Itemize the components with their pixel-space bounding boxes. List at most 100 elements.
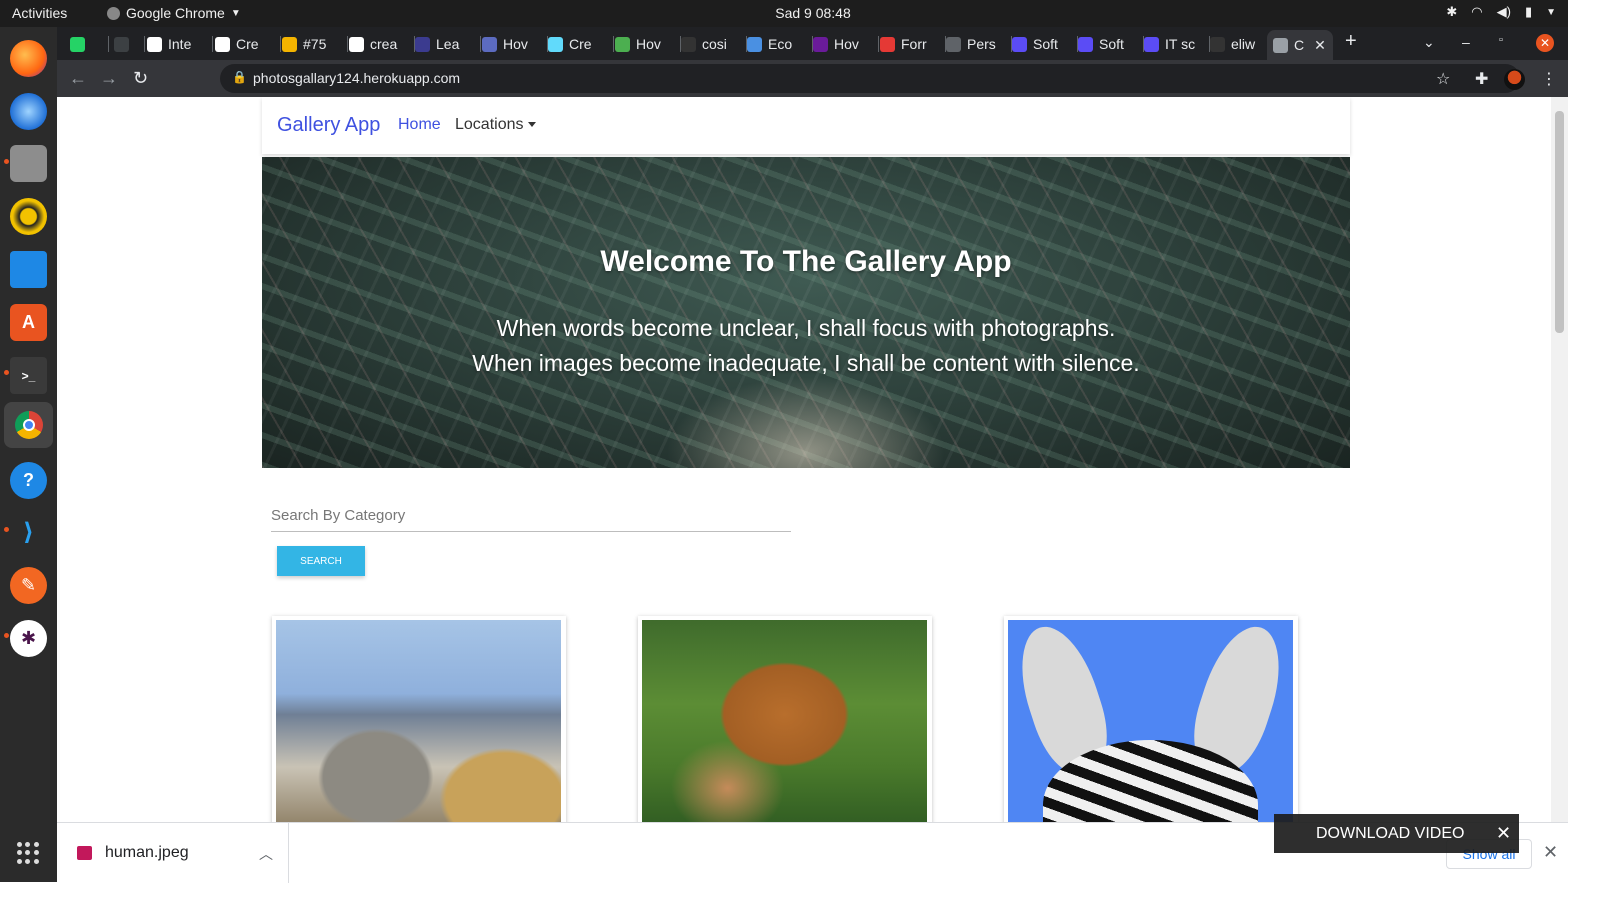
rhythmbox-icon[interactable]: [10, 198, 47, 235]
browser-tab[interactable]: Eco: [747, 33, 812, 55]
menu-icon[interactable]: ⋮: [1541, 69, 1557, 89]
tab-label: Hov: [503, 36, 528, 52]
writer-icon[interactable]: [10, 251, 47, 288]
tab-label: crea: [370, 36, 398, 52]
show-applications-icon[interactable]: [17, 842, 39, 864]
download-file-name[interactable]: human.jpeg: [105, 844, 189, 862]
maximize-icon[interactable]: ▫: [1499, 34, 1503, 46]
tab-favicon-icon: [1273, 37, 1288, 53]
tab-favicon-icon: [349, 36, 364, 52]
browser-tab[interactable]: Hov: [482, 33, 547, 55]
address-bar[interactable]: 🔒 photosgallary124.herokuapp.com: [220, 64, 1520, 93]
tab-label: Inte: [168, 36, 192, 52]
help-icon[interactable]: ?: [10, 462, 47, 499]
gallery-card[interactable]: [272, 616, 566, 822]
browser-tab[interactable]: Soft: [1012, 33, 1077, 55]
tab-close-icon[interactable]: ✕: [1314, 37, 1326, 54]
firefox-icon[interactable]: [10, 40, 47, 77]
scrollbar-thumb[interactable]: [1555, 111, 1564, 333]
thunderbird-icon[interactable]: [10, 93, 47, 130]
draw-icon[interactable]: ✎: [10, 567, 47, 604]
tab-separator: [613, 36, 614, 52]
vscode-icon[interactable]: ⟩: [10, 514, 47, 551]
tab-favicon-icon: [813, 36, 828, 52]
hero-title: Welcome To The Gallery App: [600, 245, 1012, 278]
volume-icon: ◀): [1496, 4, 1511, 19]
software-icon[interactable]: A: [10, 304, 47, 341]
tab-separator: [347, 36, 348, 52]
forward-icon[interactable]: →: [100, 68, 118, 89]
search-button[interactable]: SEARCH: [277, 546, 365, 576]
tab-label: Pers: [967, 36, 996, 52]
browser-tab[interactable]: crea: [349, 33, 414, 55]
browser-tab[interactable]: Forr: [880, 33, 945, 55]
slack-icon[interactable]: ✱: [10, 620, 47, 657]
browser-tab[interactable]: Pers: [946, 33, 1011, 55]
chrome-icon[interactable]: [4, 402, 53, 448]
download-item[interactable]: human.jpeg ︿: [57, 823, 289, 883]
browser-tab[interactable]: Hov: [813, 33, 878, 55]
terminal-icon[interactable]: >_: [10, 357, 47, 394]
tab-favicon-icon: [70, 36, 85, 52]
running-indicator: [4, 370, 9, 375]
browser-tab[interactable]: cosi: [681, 33, 746, 55]
nav-locations-dropdown[interactable]: Locations: [455, 116, 524, 134]
photo-zebra[interactable]: [1008, 620, 1293, 822]
extensions-icon[interactable]: ✚: [1475, 69, 1488, 89]
dock: A >_ ? ⟩ ✎ ✱: [0, 27, 57, 882]
tab-separator: [878, 36, 879, 52]
new-tab-icon[interactable]: +: [1345, 30, 1357, 53]
clock[interactable]: Sad 9 08:48: [0, 5, 1600, 21]
browser-tab[interactable]: IT sc: [1144, 33, 1209, 55]
search-category-input[interactable]: [271, 500, 791, 532]
browser-tab[interactable]: Cre: [548, 33, 613, 55]
tab-favicon-icon: [1144, 36, 1159, 52]
browser-tab[interactable]: [114, 33, 144, 55]
wifi-icon: ◠: [1471, 4, 1483, 19]
url-text[interactable]: photosgallary124.herokuapp.com: [253, 70, 460, 86]
tab-label: Soft: [1033, 36, 1058, 52]
web-page: Gallery App Home Locations Welcome To Th…: [57, 97, 1551, 822]
close-download-bar-icon[interactable]: ✕: [1543, 842, 1558, 863]
profile-avatar[interactable]: [1504, 69, 1525, 90]
tab-favicon-icon: [1210, 36, 1225, 52]
browser-tab[interactable]: Hov: [615, 33, 680, 55]
browser-tab[interactable]: Lea: [415, 33, 480, 55]
reload-icon[interactable]: ↻: [133, 68, 148, 89]
lock-icon[interactable]: 🔒: [232, 70, 247, 84]
photo-camels[interactable]: [642, 620, 927, 822]
photo-wildlife-kilimanjaro[interactable]: [276, 620, 561, 822]
page-scrollbar[interactable]: [1551, 97, 1568, 822]
slack-tray-icon[interactable]: ✱: [1446, 4, 1457, 20]
download-video-label[interactable]: DOWNLOAD VIDEO: [1316, 825, 1464, 843]
hero-quote-line-2: When images become inadequate, I shall b…: [472, 350, 1140, 376]
tab-favicon-icon: [282, 36, 297, 52]
back-icon[interactable]: ←: [69, 68, 87, 89]
tab-favicon-icon: [415, 36, 430, 52]
close-icon[interactable]: ✕: [1496, 823, 1511, 844]
tab-search-icon[interactable]: ⌄: [1423, 34, 1435, 51]
browser-tab[interactable]: Cre: [215, 33, 280, 55]
chevron-up-icon[interactable]: ︿: [259, 844, 273, 864]
browser-tab[interactable]: Soft: [1078, 33, 1143, 55]
tab-active[interactable]: C ✕: [1267, 30, 1333, 60]
browser-tab[interactable]: [70, 33, 108, 55]
files-icon[interactable]: [10, 145, 47, 182]
browser-tab[interactable]: #75: [282, 33, 347, 55]
gallery-card[interactable]: [638, 616, 932, 822]
system-tray[interactable]: ✱ ◠ ◀) ▮ ▼: [1446, 4, 1556, 20]
gallery-card[interactable]: [1004, 616, 1298, 822]
browser-tab[interactable]: eliw: [1210, 33, 1270, 55]
tab-label: C: [1294, 37, 1305, 53]
running-indicator: [4, 633, 9, 638]
bookmark-star-icon[interactable]: ☆: [1436, 69, 1450, 89]
nav-home-link[interactable]: Home: [398, 116, 441, 134]
brand-link[interactable]: Gallery App: [277, 114, 380, 137]
download-video-popup[interactable]: DOWNLOAD VIDEO ✕: [1274, 814, 1519, 853]
battery-icon: ▮: [1524, 4, 1533, 19]
browser-tab[interactable]: Inte: [147, 33, 212, 55]
tab-label: Lea: [436, 36, 460, 52]
minimize-icon[interactable]: –: [1462, 34, 1470, 50]
caret-down-icon[interactable]: [528, 122, 536, 127]
close-window-icon[interactable]: ✕: [1536, 34, 1554, 52]
